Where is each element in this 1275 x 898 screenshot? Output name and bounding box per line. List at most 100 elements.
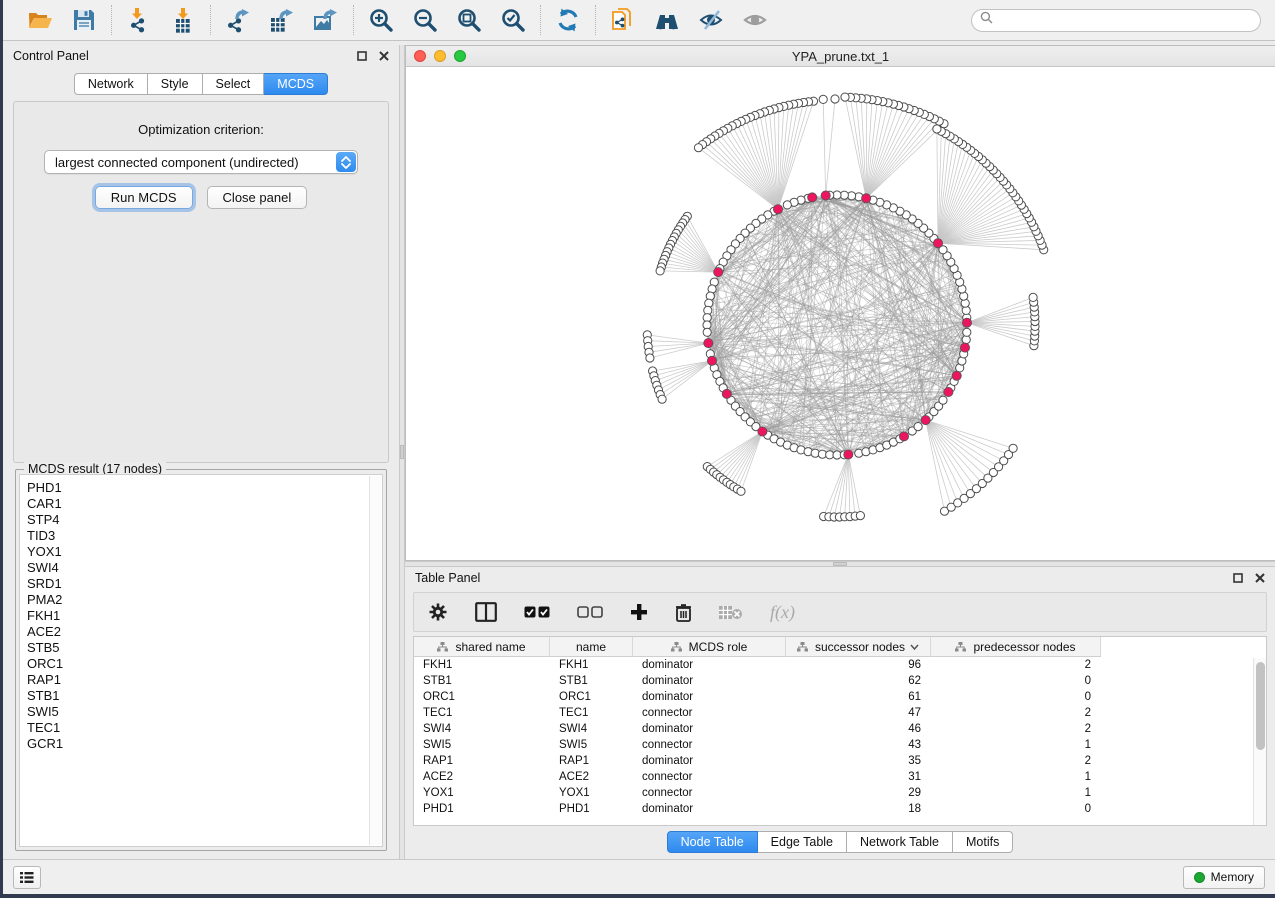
show-all-icon[interactable] (740, 5, 770, 35)
table-row-PHD1[interactable]: PHD1PHD1dominator180 (414, 801, 1266, 817)
table-row-YOX1[interactable]: YOX1YOX1connector291 (414, 785, 1266, 801)
search-input[interactable] (998, 13, 1252, 27)
mcds-result-item[interactable]: STB5 (27, 640, 382, 656)
save-session-icon[interactable] (69, 5, 99, 35)
float-panel-icon[interactable] (357, 51, 367, 61)
cell-shared-name: SWI4 (414, 723, 550, 735)
network-graph[interactable] (406, 67, 1271, 560)
run-mcds-button[interactable]: Run MCDS (95, 186, 193, 209)
mcds-result-item[interactable]: SWI5 (27, 704, 382, 720)
mcds-result-item[interactable]: STB1 (27, 688, 382, 704)
tab-network[interactable]: Network (74, 73, 148, 95)
hide-selected-icon[interactable] (696, 5, 726, 35)
table-row-RAP1[interactable]: RAP1RAP1dominator352 (414, 753, 1266, 769)
export-network-icon[interactable] (223, 5, 253, 35)
export-image-icon[interactable] (311, 5, 341, 35)
table-row-SWI4[interactable]: SWI4SWI4dominator462 (414, 721, 1266, 737)
split-pane-icon[interactable] (475, 602, 497, 622)
column-header-predecessor-nodes[interactable]: predecessor nodes (931, 637, 1101, 657)
memory-button[interactable]: Memory (1183, 866, 1265, 889)
close-panel-icon[interactable] (379, 51, 389, 61)
refresh-network-icon[interactable] (553, 5, 583, 35)
tab-network-table[interactable]: Network Table (847, 831, 953, 853)
tab-edge-table[interactable]: Edge Table (758, 831, 847, 853)
close-window-icon[interactable] (414, 50, 426, 62)
mcds-result-item[interactable]: ORC1 (27, 656, 382, 672)
zoom-selected-icon[interactable] (498, 5, 528, 35)
table-row-FKH1[interactable]: FKH1FKH1dominator962 (414, 657, 1266, 673)
table-settings-icon[interactable] (428, 602, 448, 622)
column-header-successor-nodes[interactable]: successor nodes (786, 637, 931, 657)
minimize-window-icon[interactable] (434, 50, 446, 62)
workspace: Control Panel NetworkStyleSelectMCDS Opt… (3, 41, 1275, 859)
horizontal-splitter[interactable] (405, 561, 1275, 567)
close-panel-button[interactable]: Close panel (207, 186, 308, 209)
node-table[interactable]: shared namenameMCDS rolesuccessor nodesp… (413, 636, 1267, 826)
cell-MCDS-role: connector (633, 707, 786, 719)
table-scrollbar[interactable] (1253, 658, 1266, 825)
close-panel-icon[interactable] (1255, 573, 1265, 583)
criterion-select[interactable]: largest connected component (undirected) (44, 150, 358, 174)
zoom-fit-icon[interactable] (454, 5, 484, 35)
table-row-ACE2[interactable]: ACE2ACE2connector311 (414, 769, 1266, 785)
import-table-icon[interactable] (168, 5, 198, 35)
export-table-icon[interactable] (267, 5, 297, 35)
mcds-result-item[interactable]: CAR1 (27, 496, 382, 512)
delete-column-icon[interactable] (675, 603, 692, 622)
add-column-icon[interactable] (630, 603, 648, 621)
open-file-icon[interactable] (25, 5, 55, 35)
table-row-STB1[interactable]: STB1STB1dominator620 (414, 673, 1266, 689)
vertical-splitter[interactable] (399, 45, 405, 859)
tab-node-table[interactable]: Node Table (667, 831, 758, 853)
mcds-result-item[interactable]: STP4 (27, 512, 382, 528)
toolbar-group (353, 5, 540, 35)
splitter-grip-h[interactable] (833, 562, 847, 566)
clone-network-icon[interactable] (608, 5, 638, 35)
tab-motifs[interactable]: Motifs (953, 831, 1013, 853)
application-window: Control Panel NetworkStyleSelectMCDS Opt… (3, 0, 1275, 894)
list-scrollbar[interactable] (369, 476, 381, 845)
table-row-ORC1[interactable]: ORC1ORC1dominator610 (414, 689, 1266, 705)
network-canvas[interactable] (406, 67, 1275, 560)
zoom-out-icon[interactable] (410, 5, 440, 35)
table-toolbar: f(x) (413, 592, 1267, 632)
mcds-result-item[interactable]: TEC1 (27, 720, 382, 736)
tab-select[interactable]: Select (203, 73, 265, 95)
mcds-result-list[interactable]: PHD1CAR1STP4TID3YOX1SWI4SRD1PMA2FKH1ACE2… (19, 474, 383, 847)
mcds-result-item[interactable]: TID3 (27, 528, 382, 544)
cell-successor-nodes: 61 (786, 691, 931, 703)
mcds-result-item[interactable]: SRD1 (27, 576, 382, 592)
column-header-name[interactable]: name (550, 637, 633, 657)
mcds-result-item[interactable]: PMA2 (27, 592, 382, 608)
table-row-SWI5[interactable]: SWI5SWI5connector431 (414, 737, 1266, 753)
mcds-result-item[interactable]: ACE2 (27, 624, 382, 640)
zoom-in-icon[interactable] (366, 5, 396, 35)
table-row-TEC1[interactable]: TEC1TEC1connector472 (414, 705, 1266, 721)
task-history-button[interactable] (13, 866, 41, 889)
tab-style[interactable]: Style (148, 73, 203, 95)
mcds-result-item[interactable]: YOX1 (27, 544, 382, 560)
table-scrollbar-thumb[interactable] (1256, 662, 1265, 750)
mcds-result-item[interactable]: SWI4 (27, 560, 382, 576)
mcds-result-item[interactable]: GCR1 (27, 736, 382, 752)
mcds-result-item[interactable]: PHD1 (27, 480, 382, 496)
cell-successor-nodes: 35 (786, 755, 931, 767)
mcds-result-item[interactable]: FKH1 (27, 608, 382, 624)
splitter-grip[interactable] (400, 445, 404, 459)
import-network-icon[interactable] (124, 5, 154, 35)
cell-name: STB1 (550, 675, 633, 687)
tab-mcds[interactable]: MCDS (264, 73, 328, 95)
column-header-MCDS-role[interactable]: MCDS role (633, 637, 786, 657)
cell-predecessor-nodes: 1 (931, 787, 1101, 799)
unselect-all-icon[interactable] (577, 606, 603, 619)
mcds-result-item[interactable]: RAP1 (27, 672, 382, 688)
optimization-criterion-label: Optimization criterion: (14, 122, 388, 137)
maximize-window-icon[interactable] (454, 50, 466, 62)
float-panel-icon[interactable] (1233, 573, 1243, 583)
search-binoculars-icon[interactable] (652, 5, 682, 35)
select-all-icon[interactable] (524, 606, 550, 619)
column-header-shared-name[interactable]: shared name (414, 637, 550, 657)
cell-shared-name: FKH1 (414, 659, 550, 671)
table-header-row: shared namenameMCDS rolesuccessor nodesp… (414, 637, 1266, 657)
search-field[interactable] (971, 9, 1261, 32)
